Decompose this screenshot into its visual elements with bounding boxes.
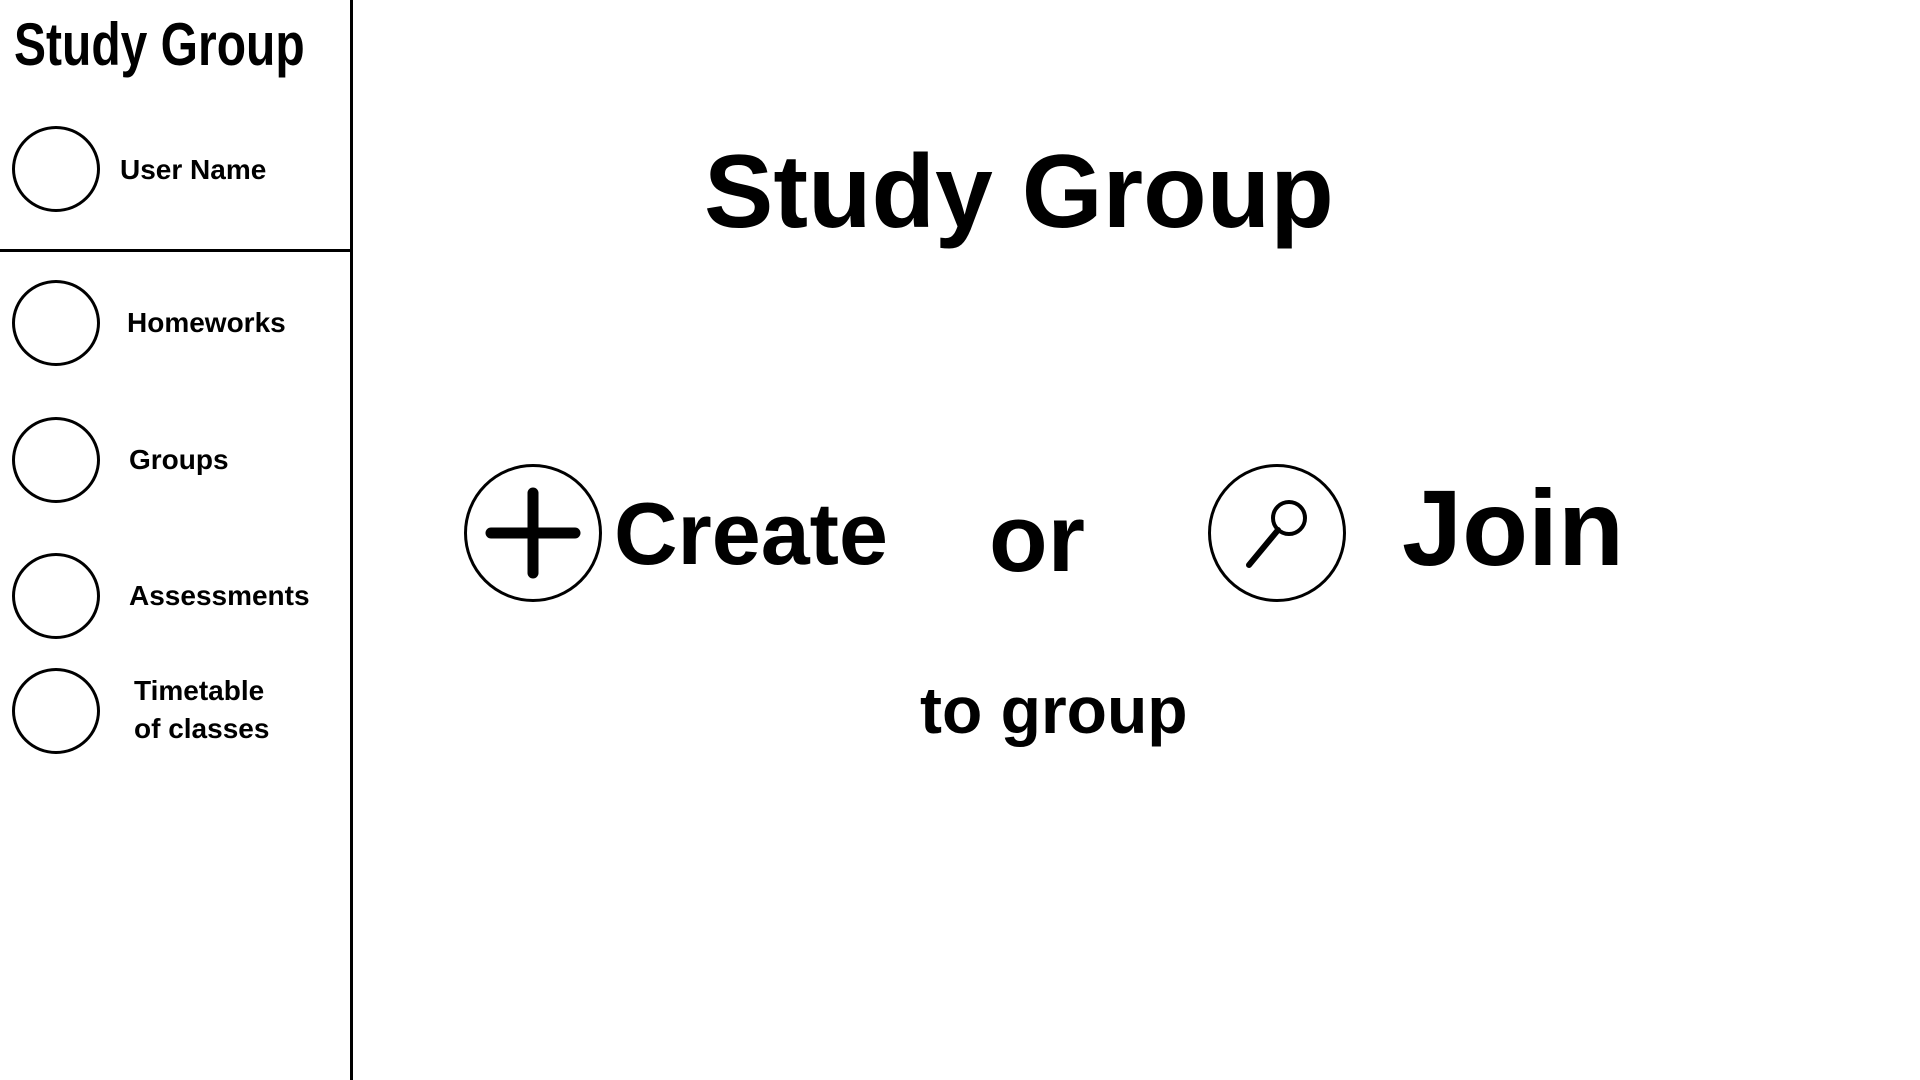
create-label: Create — [614, 484, 888, 583]
profile-divider — [0, 249, 351, 252]
homeworks-icon — [12, 280, 100, 366]
user-profile[interactable]: User Name — [0, 120, 350, 220]
join-group-button[interactable]: Join — [1208, 464, 1628, 604]
subtitle: to group — [920, 673, 1188, 747]
or-label: or — [989, 485, 1085, 592]
page-title: Study Group — [704, 134, 1334, 250]
assessments-icon — [12, 553, 100, 639]
sidebar-item-label: Groups — [129, 444, 229, 475]
sidebar-item-assessments[interactable]: Assessments — [0, 548, 350, 648]
groups-icon — [12, 417, 100, 503]
plus-icon — [464, 464, 602, 602]
sidebar-item-groups[interactable]: Groups — [0, 412, 350, 512]
sidebar-item-label-line2: of classes — [134, 713, 270, 744]
sidebar-item-label: Homeworks — [127, 307, 286, 338]
sidebar-item-label-line1: Timetable — [134, 675, 265, 706]
sidebar-item-label: Assessments — [129, 580, 310, 611]
sidebar-item-timetable[interactable]: Timetable of classes — [0, 663, 350, 763]
avatar — [12, 126, 100, 212]
join-label: Join — [1402, 467, 1625, 588]
app-brand: Study Group — [14, 11, 305, 78]
create-group-button[interactable]: Create — [464, 464, 888, 604]
user-name: User Name — [120, 154, 267, 185]
sidebar-item-homeworks[interactable]: Homeworks — [0, 275, 350, 375]
sidebar-divider — [350, 0, 353, 1080]
search-icon — [1208, 464, 1346, 602]
timetable-icon — [12, 668, 100, 754]
